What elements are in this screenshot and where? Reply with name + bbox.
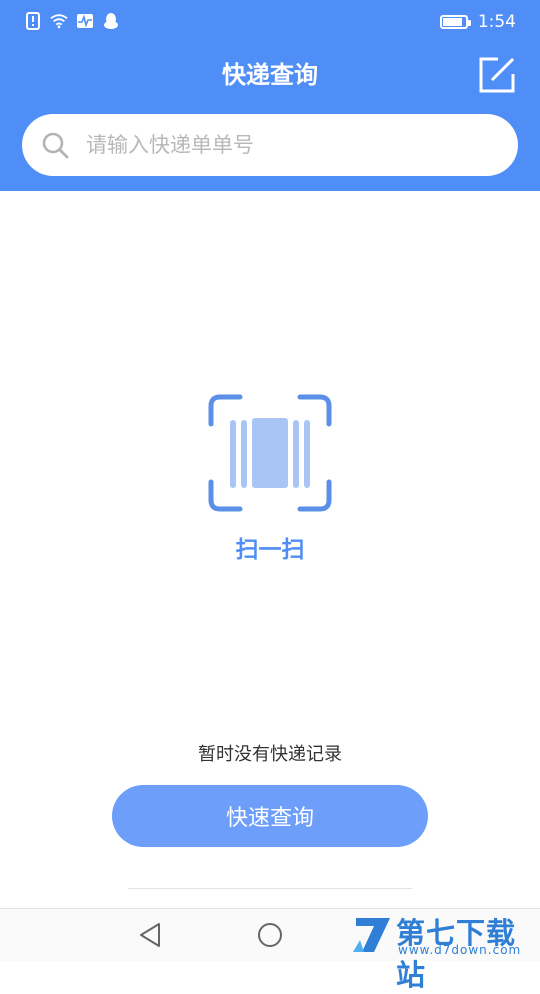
page-title: 快递查询 [222,61,318,89]
app-header: 1:54 快递查询 [0,0,540,191]
home-icon[interactable] [256,921,284,949]
empty-state-text: 暂时没有快递记录 [198,744,342,765]
d7-logo-icon [350,912,396,956]
watermark-url: www.d7down.com [398,943,522,957]
battery-icon [439,15,471,29]
edit-icon[interactable] [478,56,516,94]
search-input[interactable] [84,132,468,158]
sim-alert-icon [24,12,42,30]
scan-label[interactable]: 扫一扫 [0,530,540,564]
qq-penguin-icon [102,12,120,30]
wifi-icon [50,12,68,30]
status-icons [24,12,120,30]
search-icon [40,130,70,160]
status-right: 1:54 [439,12,516,32]
quick-query-button[interactable]: 快速查询 [112,785,428,847]
search-bar[interactable] [22,114,518,176]
divider [128,888,412,889]
back-icon[interactable] [137,921,163,949]
activity-monitor-icon [76,12,94,30]
status-time: 1:54 [477,12,516,32]
status-bar: 1:54 [0,0,540,46]
watermark: 第七下载站 www.d7down.com [338,908,540,992]
barcode-scan-icon[interactable] [208,394,332,512]
